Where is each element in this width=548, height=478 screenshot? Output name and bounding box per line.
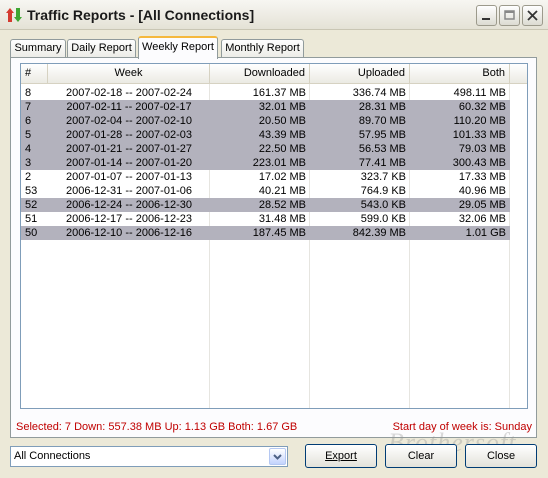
cell-both: 40.96 MB: [458, 185, 506, 197]
maximize-button[interactable]: [499, 5, 520, 26]
connection-select-value: All Connections: [14, 450, 91, 462]
table-header: # Week Downloaded Uploaded Both: [21, 64, 527, 84]
weekly-report-table[interactable]: # Week Downloaded Uploaded Both 8 2007-02…: [20, 63, 528, 409]
cell-up: 77.41 MB: [358, 157, 406, 169]
cell-week: 2007-02-11 -- 2007-02-17: [66, 101, 192, 113]
table-row[interactable]: 5 2007-01-28 -- 2007-02-03 43.39 MB 57.95 M…: [21, 128, 510, 142]
cell-both: 110.20 MB: [453, 115, 506, 127]
tab-monthly-report[interactable]: Monthly Report: [221, 39, 304, 58]
cell-both: 1.01 GB: [465, 227, 506, 239]
cell-up: 323.7 KB: [360, 171, 406, 183]
cell-both: 498.11 MB: [453, 87, 506, 99]
cell-down: 20.50 MB: [258, 115, 306, 127]
cell-num: 3: [25, 157, 32, 169]
table-row[interactable]: 4 2007-01-21 -- 2007-01-27 22.50 MB 56.53 M…: [21, 142, 510, 156]
cell-week: 2007-02-04 -- 2007-02-10: [66, 115, 192, 127]
close-icon: [527, 10, 538, 21]
cell-down: 22.50 MB: [258, 143, 306, 155]
export-button[interactable]: Export: [305, 444, 377, 468]
close-window-button[interactable]: [522, 5, 543, 26]
cell-num: 8: [25, 87, 32, 99]
cell-both: 17.33 MB: [458, 171, 506, 183]
cell-week: 2006-12-17 -- 2006-12-23: [66, 213, 192, 225]
column-header-filler: [510, 64, 527, 83]
cell-down: 223.01 MB: [252, 157, 306, 169]
cell-up: 56.53 MB: [358, 143, 406, 155]
minimize-button[interactable]: [476, 5, 497, 26]
column-header-both[interactable]: Both: [410, 64, 510, 83]
table-row[interactable]: 50 2006-12-10 -- 2006-12-16 187.45 MB 842.3…: [21, 226, 510, 240]
cell-down: 161.37 MB: [252, 87, 306, 99]
cell-week: 2006-12-24 -- 2006-12-30: [66, 199, 192, 211]
cell-up: 28.31 MB: [358, 101, 406, 113]
cell-both: 60.32 MB: [458, 101, 506, 113]
chevron-down-icon: [273, 454, 282, 460]
cell-down: 28.52 MB: [258, 199, 306, 211]
cell-num: 2: [25, 171, 32, 183]
connection-select[interactable]: All Connections: [10, 446, 288, 467]
clear-button[interactable]: Clear: [385, 444, 457, 468]
column-header-number[interactable]: #: [21, 64, 48, 83]
cell-week: 2006-12-31 -- 2007-01-06: [66, 185, 192, 197]
table-row[interactable]: 8 2007-02-18 -- 2007-02-24 161.37 MB 336.74…: [21, 86, 510, 100]
cell-both: 29.05 MB: [458, 199, 506, 211]
table-row[interactable]: 51 2006-12-17 -- 2006-12-23 31.48 MB 599.0 …: [21, 212, 510, 226]
cell-down: 31.48 MB: [258, 213, 306, 225]
cell-up: 89.70 MB: [358, 115, 406, 127]
cell-down: 40.21 MB: [258, 185, 306, 197]
tab-daily-report[interactable]: Daily Report: [67, 39, 136, 58]
cell-both: 79.03 MB: [458, 143, 506, 155]
cell-up: 57.95 MB: [358, 129, 406, 141]
traffic-arrows-icon: [6, 6, 22, 24]
close-button[interactable]: Close: [465, 444, 537, 468]
cell-num: 53: [25, 185, 38, 197]
cell-down: 32.01 MB: [258, 101, 306, 113]
cell-both: 300.43 MB: [452, 157, 506, 169]
app-window: Traffic Reports - [All Connections] Summ…: [0, 0, 548, 478]
column-header-week[interactable]: Week: [48, 64, 210, 83]
cell-week: 2007-01-21 -- 2007-01-27: [66, 143, 192, 155]
cell-num: 51: [25, 213, 38, 225]
cell-week: 2007-01-07 -- 2007-01-13: [66, 171, 192, 183]
selection-summary: Selected: 7 Down: 557.38 MB Up: 1.13 GB …: [16, 421, 298, 433]
connection-select-dropdown[interactable]: [269, 448, 286, 465]
cell-num: 50: [25, 227, 38, 239]
cell-week: 2006-12-10 -- 2006-12-16: [66, 227, 192, 239]
table-row[interactable]: 52 2006-12-24 -- 2006-12-30 28.52 MB 543.0 …: [21, 198, 510, 212]
tab-weekly-report[interactable]: Weekly Report: [138, 36, 218, 59]
cell-num: 7: [25, 101, 32, 113]
cell-week: 2007-02-18 -- 2007-02-24: [66, 87, 192, 99]
week-start-label: Start day of week is: Sunday: [392, 421, 532, 433]
cell-up: 599.0 KB: [360, 213, 406, 225]
cell-both: 101.33 MB: [452, 129, 506, 141]
export-button-label: Export: [325, 450, 357, 462]
cell-week: 2007-01-28 -- 2007-02-03: [66, 129, 192, 141]
cell-num: 52: [25, 199, 38, 211]
cell-num: 4: [25, 143, 32, 155]
tab-panel: # Week Downloaded Uploaded Both 8 2007-02…: [10, 57, 537, 438]
table-row[interactable]: 53 2006-12-31 -- 2007-01-06 40.21 MB 764.9 …: [21, 184, 510, 198]
cell-up: 842.39 MB: [352, 227, 406, 239]
cell-down: 187.45 MB: [252, 227, 306, 239]
column-header-downloaded[interactable]: Downloaded: [210, 64, 310, 83]
cell-both: 32.06 MB: [458, 213, 506, 225]
cell-week: 2007-01-14 -- 2007-01-20: [66, 157, 192, 169]
cell-down: 17.02 MB: [258, 171, 306, 183]
table-row[interactable]: 2 2007-01-07 -- 2007-01-13 17.02 MB 323.7 K…: [21, 170, 510, 184]
window-title: Traffic Reports - [All Connections]: [27, 7, 255, 23]
table-row[interactable]: 6 2007-02-04 -- 2007-02-10 20.50 MB 89.70 M…: [21, 114, 510, 128]
table-row[interactable]: 3 2007-01-14 -- 2007-01-20 223.01 MB 77.41 …: [21, 156, 510, 170]
cell-up: 336.74 MB: [352, 87, 406, 99]
cell-num: 6: [25, 115, 32, 127]
cell-num: 5: [25, 129, 32, 141]
title-bar[interactable]: Traffic Reports - [All Connections]: [0, 0, 548, 30]
minimize-icon: [482, 18, 490, 20]
tab-summary[interactable]: Summary: [10, 39, 66, 58]
maximize-icon: [504, 10, 515, 20]
cell-up: 764.9 KB: [360, 185, 406, 197]
cell-down: 43.39 MB: [258, 129, 306, 141]
column-header-uploaded[interactable]: Uploaded: [310, 64, 410, 83]
cell-up: 543.0 KB: [360, 199, 406, 211]
table-row[interactable]: 7 2007-02-11 -- 2007-02-17 32.01 MB 28.31 M…: [21, 100, 510, 114]
